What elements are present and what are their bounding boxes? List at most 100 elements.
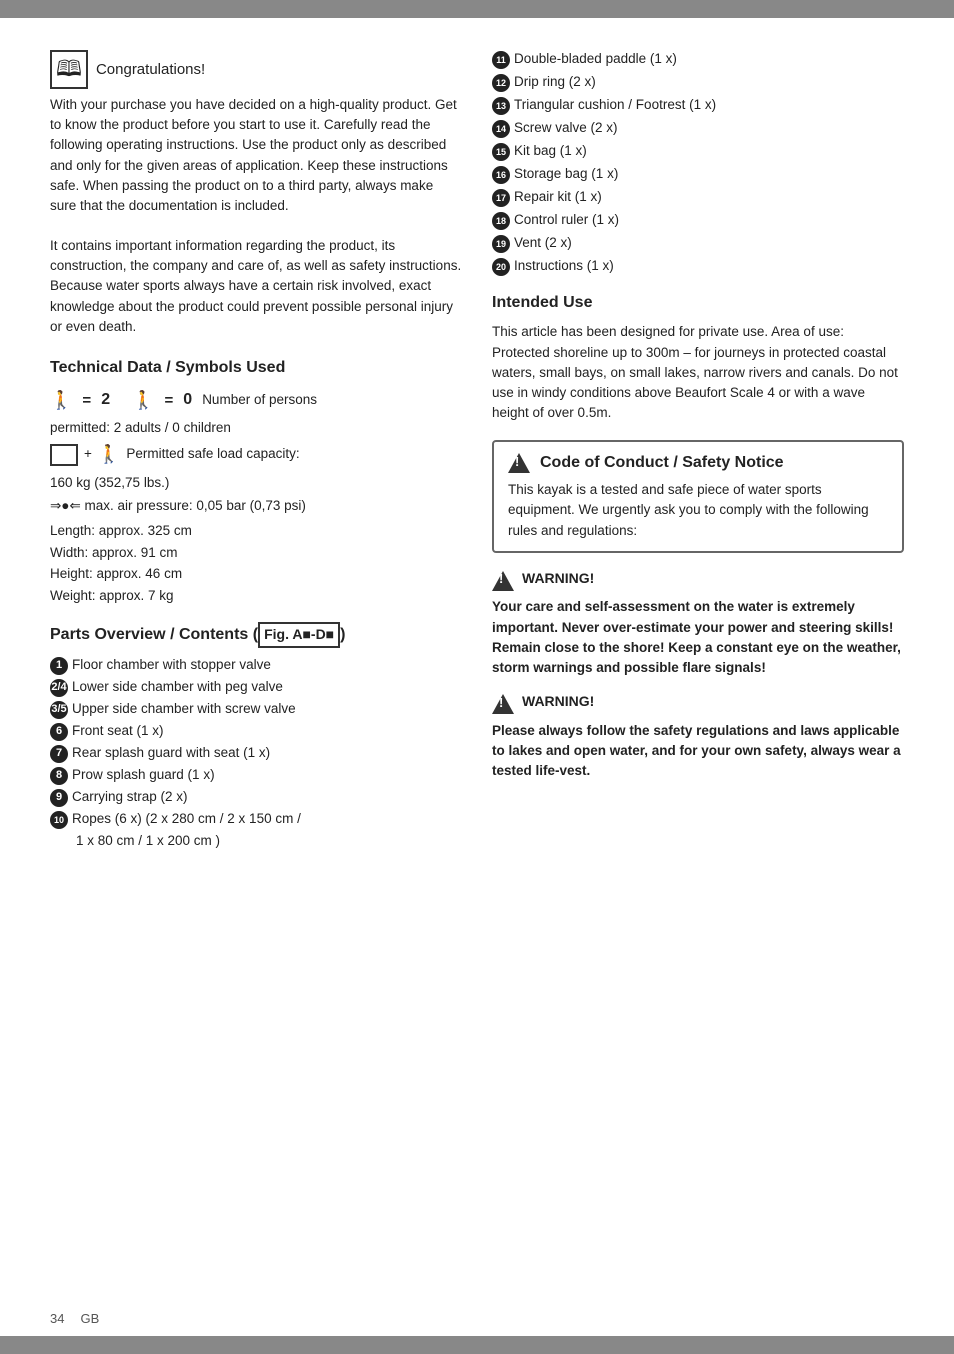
item-text: Drip ring (2 x) xyxy=(514,73,596,92)
list-item-sub: 1 x 80 cm / 1 x 200 cm ) xyxy=(50,832,462,851)
item-text: Double-bladed paddle (1 x) xyxy=(514,50,677,69)
plus-sign: + xyxy=(84,445,92,464)
person-load-icon: 🚶 xyxy=(98,442,120,467)
item-text: Front seat (1 x) xyxy=(72,722,164,741)
item-text: Repair kit (1 x) xyxy=(514,188,602,207)
code-of-conduct-text: This kayak is a tested and safe piece of… xyxy=(508,480,888,541)
item-text: Ropes (6 x) (2 x 280 cm / 2 x 150 cm / xyxy=(72,810,301,829)
item-text: Storage bag (1 x) xyxy=(514,165,618,184)
list-item: 15 Kit bag (1 x) xyxy=(492,142,904,161)
intro-section: 🕮 Congratulations! With your purchase yo… xyxy=(50,50,462,337)
air-pressure-text: max. air pressure: 0,05 bar (0,73 psi) xyxy=(85,498,306,513)
item-number: 9 xyxy=(50,789,68,807)
warning-1-text: Your care and self-assessment on the wat… xyxy=(492,597,904,678)
children-number: 0 xyxy=(183,389,192,411)
main-content: 🕮 Congratulations! With your purchase yo… xyxy=(50,50,904,854)
list-item: 11 Double-bladed paddle (1 x) xyxy=(492,50,904,69)
item-text: Prow splash guard (1 x) xyxy=(72,766,215,785)
item-number: 1 xyxy=(50,657,68,675)
item-number: 16 xyxy=(492,166,510,184)
list-item: 17 Repair kit (1 x) xyxy=(492,188,904,207)
arrow-icon: ⇒●⇐ xyxy=(50,498,81,513)
parts-list: 1 Floor chamber with stopper valve 2/4 L… xyxy=(50,656,462,851)
list-item: 16 Storage bag (1 x) xyxy=(492,165,904,184)
list-item: 12 Drip ring (2 x) xyxy=(492,73,904,92)
item-number: 7 xyxy=(50,745,68,763)
item-number: 13 xyxy=(492,97,510,115)
item-text-sub: 1 x 80 cm / 1 x 200 cm ) xyxy=(76,832,220,851)
parts-overview-title: Parts Overview / Contents ( Fig. A■-D■ ) xyxy=(50,622,462,648)
intended-use-section: Intended Use This article has been desig… xyxy=(492,292,904,424)
width-line: Width: approx. 91 cm xyxy=(50,542,462,564)
top-bar xyxy=(0,0,954,18)
item-number: 17 xyxy=(492,189,510,207)
list-item: 9 Carrying strap (2 x) xyxy=(50,788,462,807)
persons-label: Number of persons xyxy=(202,391,317,410)
list-item: 20 Instructions (1 x) xyxy=(492,257,904,276)
item-number: 19 xyxy=(492,235,510,253)
technical-data-section: Technical Data / Symbols Used 🚶 = 2 🚶 = … xyxy=(50,357,462,606)
item-text: Lower side chamber with peg valve xyxy=(72,678,283,697)
right-items-list: 11 Double-bladed paddle (1 x) 12 Drip ri… xyxy=(492,50,904,276)
item-number: 2/4 xyxy=(50,679,68,697)
intro-body2: It contains important information regard… xyxy=(50,236,462,337)
intended-use-text: This article has been designed for priva… xyxy=(492,322,904,423)
item-number: 18 xyxy=(492,212,510,230)
item-text: Triangular cushion / Footrest (1 x) xyxy=(514,96,716,115)
adults-number: 2 xyxy=(101,389,110,411)
item-text: Upper side chamber with screw valve xyxy=(72,700,296,719)
intro-title: Congratulations! xyxy=(96,59,205,80)
warning-2-header: ! WARNING! xyxy=(492,692,904,716)
length-line: Length: approx. 325 cm xyxy=(50,520,462,542)
air-pressure-line: ⇒●⇐ max. air pressure: 0,05 bar (0,73 ps… xyxy=(50,497,462,516)
permitted-line: permitted: 2 adults / 0 children xyxy=(50,417,462,439)
warning-triangle-icon-1: ! xyxy=(492,571,514,591)
list-item: 7 Rear splash guard with seat (1 x) xyxy=(50,744,462,763)
load-value: 160 kg (352,75 lbs.) xyxy=(50,472,462,494)
height-line: Height: approx. 46 cm xyxy=(50,563,462,585)
list-item: 18 Control ruler (1 x) xyxy=(492,211,904,230)
weight-line: Weight: approx. 7 kg xyxy=(50,585,462,607)
parts-overview-section: Parts Overview / Contents ( Fig. A■-D■ )… xyxy=(50,622,462,850)
code-of-conduct-section: ! Code of Conduct / Safety Notice This k… xyxy=(492,440,904,553)
persons-row: 🚶 = 2 🚶 = 0 Number of persons xyxy=(50,388,462,413)
item-number: 15 xyxy=(492,143,510,161)
list-item: 1 Floor chamber with stopper valve xyxy=(50,656,462,675)
item-text: Screw valve (2 x) xyxy=(514,119,618,138)
load-row: + 🚶 Permitted safe load capacity: xyxy=(50,442,462,467)
code-of-conduct-title: ! Code of Conduct / Safety Notice xyxy=(508,452,888,474)
item-text: Kit bag (1 x) xyxy=(514,142,587,161)
item-text: Vent (2 x) xyxy=(514,234,572,253)
intended-use-title: Intended Use xyxy=(492,292,904,314)
right-column: 11 Double-bladed paddle (1 x) 12 Drip ri… xyxy=(492,50,904,854)
warning-2-text: Please always follow the safety regulati… xyxy=(492,721,904,782)
warning-2: ! WARNING! Please always follow the safe… xyxy=(492,692,904,781)
item-number: 20 xyxy=(492,258,510,276)
adult-icon: 🚶 xyxy=(50,388,72,413)
list-item: 13 Triangular cushion / Footrest (1 x) xyxy=(492,96,904,115)
fig-label: Fig. A■-D■ xyxy=(258,622,340,648)
item-number: 8 xyxy=(50,767,68,785)
list-item: 8 Prow splash guard (1 x) xyxy=(50,766,462,785)
warning-1: ! WARNING! Your care and self-assessment… xyxy=(492,569,904,679)
item-text: Carrying strap (2 x) xyxy=(72,788,188,807)
list-item: 2/4 Lower side chamber with peg valve xyxy=(50,678,462,697)
warning-1-label: WARNING! xyxy=(522,569,594,589)
page-language: GB xyxy=(80,1310,99,1328)
load-label: Permitted safe load capacity: xyxy=(126,445,299,464)
item-text: Control ruler (1 x) xyxy=(514,211,619,230)
warning-triangle-icon-2: ! xyxy=(492,694,514,714)
fig-range: A■-D■ xyxy=(292,626,334,642)
child-icon: 🚶 xyxy=(132,390,154,410)
page-number: 34 xyxy=(50,1310,64,1328)
bottom-bar xyxy=(0,1336,954,1354)
intro-header: 🕮 Congratulations! xyxy=(50,50,462,89)
item-number: 14 xyxy=(492,120,510,138)
left-column: 🕮 Congratulations! With your purchase yo… xyxy=(50,50,462,854)
list-item: 14 Screw valve (2 x) xyxy=(492,119,904,138)
warning-2-label: WARNING! xyxy=(522,692,594,712)
item-number: 3/5 xyxy=(50,701,68,719)
item-number: 10 xyxy=(50,811,68,829)
item-text: Rear splash guard with seat (1 x) xyxy=(72,744,270,763)
list-item: 6 Front seat (1 x) xyxy=(50,722,462,741)
